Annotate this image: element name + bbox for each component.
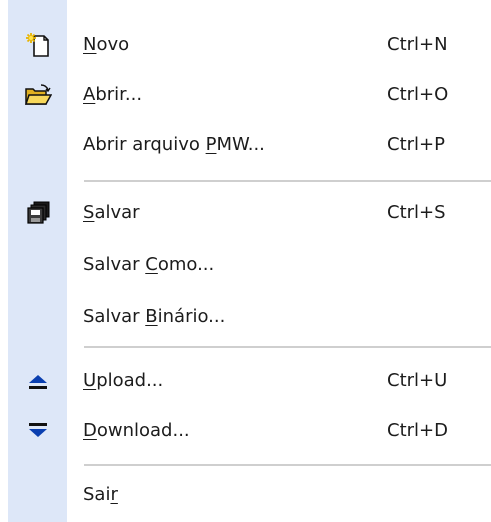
menu-item-label: Salvar Como... bbox=[83, 254, 215, 275]
mnemonic-letter: N bbox=[83, 34, 97, 55]
menu-separator bbox=[84, 180, 491, 182]
menu-item-label: Sair bbox=[83, 484, 118, 505]
new-file-icon bbox=[8, 20, 67, 70]
menu-item-sair[interactable]: Sair bbox=[8, 470, 491, 520]
menu-item-novo[interactable]: Novo Ctrl+N bbox=[8, 20, 491, 70]
menu-left-border bbox=[0, 0, 8, 522]
menu-item-shortcut: Ctrl+N bbox=[387, 34, 448, 55]
menu-item-label: Salvar Binário... bbox=[83, 306, 226, 327]
menu-item-label: Novo bbox=[83, 34, 130, 55]
menu-item-label: Abrir... bbox=[83, 84, 143, 105]
menu-item-salvar[interactable]: Salvar Ctrl+S bbox=[8, 188, 491, 238]
save-icon bbox=[8, 188, 67, 238]
menu-item-label: Upload... bbox=[83, 370, 164, 391]
menu-item-salvar-binario[interactable]: Salvar Binário... bbox=[8, 292, 491, 342]
menu-separator bbox=[84, 346, 491, 348]
menu-item-shortcut: Ctrl+S bbox=[387, 202, 446, 223]
mnemonic-letter: S bbox=[83, 202, 95, 223]
menu-item-upload[interactable]: Upload... Ctrl+U bbox=[8, 356, 491, 406]
mnemonic-letter: D bbox=[83, 420, 97, 441]
menu-item-shortcut: Ctrl+P bbox=[387, 134, 445, 155]
file-menu: Novo Ctrl+N Abrir... Ctrl+O Abrir arquiv… bbox=[0, 0, 491, 522]
upload-icon bbox=[8, 356, 67, 406]
mnemonic-letter: A bbox=[83, 84, 96, 105]
mnemonic-letter: C bbox=[145, 254, 158, 275]
menu-item-salvar-como[interactable]: Salvar Como... bbox=[8, 240, 491, 290]
menu-item-download[interactable]: Download... Ctrl+D bbox=[8, 406, 491, 456]
menu-item-shortcut: Ctrl+U bbox=[387, 370, 448, 391]
menu-item-shortcut: Ctrl+O bbox=[387, 84, 449, 105]
menu-item-label: Salvar bbox=[83, 202, 140, 223]
mnemonic-letter: P bbox=[205, 134, 217, 155]
mnemonic-letter: r bbox=[110, 484, 118, 505]
open-folder-icon bbox=[8, 70, 67, 120]
menu-item-label: Download... bbox=[83, 420, 190, 441]
menu-separator bbox=[84, 464, 491, 466]
mnemonic-letter: U bbox=[83, 370, 97, 391]
menu-item-abrir[interactable]: Abrir... Ctrl+O bbox=[8, 70, 491, 120]
menu-item-shortcut: Ctrl+D bbox=[387, 420, 448, 441]
download-icon bbox=[8, 406, 67, 456]
mnemonic-letter: B bbox=[145, 306, 158, 327]
menu-item-abrir-arquivo-pmw[interactable]: Abrir arquivo PMW... Ctrl+P bbox=[8, 120, 491, 170]
menu-item-label: Abrir arquivo PMW... bbox=[83, 134, 265, 155]
